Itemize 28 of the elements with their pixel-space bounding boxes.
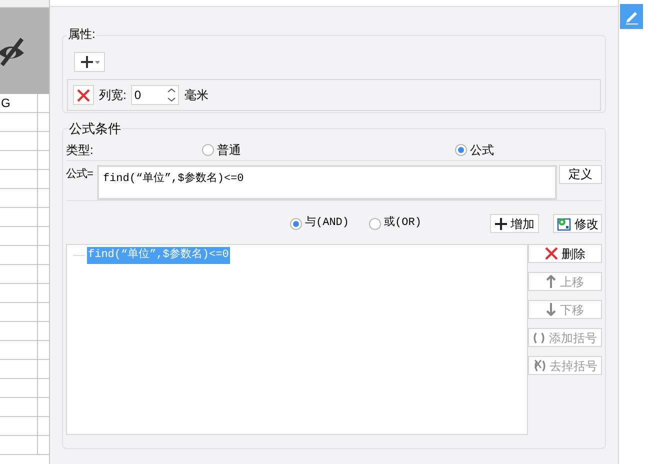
add-button[interactable]: 增加 bbox=[490, 214, 539, 233]
radio-button[interactable]: 普通 bbox=[202, 140, 455, 158]
gear-document-icon bbox=[556, 216, 570, 230]
radio-button[interactable]: 公式 bbox=[455, 140, 494, 158]
add-dropdown-button[interactable] bbox=[74, 52, 105, 72]
field-label: 列宽: bbox=[99, 87, 126, 104]
modify-button[interactable]: 修改 bbox=[553, 214, 602, 233]
plus-icon bbox=[494, 218, 506, 230]
define-button[interactable]: 定义 bbox=[559, 165, 602, 184]
edit-button[interactable] bbox=[620, 4, 643, 29]
down-arrow-icon bbox=[546, 303, 556, 316]
up-arrow-icon bbox=[546, 275, 556, 288]
close-icon bbox=[544, 247, 558, 260]
radio-button[interactable]: 与(AND) bbox=[290, 215, 350, 232]
table-cell: G bbox=[0, 94, 38, 112]
group-title: 属性: bbox=[67, 25, 96, 43]
field-label: 类型: bbox=[66, 142, 94, 158]
delete-button[interactable]: 删除 bbox=[528, 244, 602, 263]
unit-label: 毫米 bbox=[184, 87, 208, 104]
parentheses-icon bbox=[533, 332, 545, 344]
radio-button[interactable]: 或(OR) bbox=[369, 215, 422, 232]
formula-field[interactable]: find(“单位”,$参数名)<=0 bbox=[96, 165, 558, 200]
field-label: 公式= bbox=[66, 167, 94, 182]
plus-icon bbox=[80, 56, 100, 68]
crossed-parentheses-icon bbox=[532, 359, 546, 372]
close-icon bbox=[77, 88, 90, 102]
delete-button[interactable] bbox=[73, 85, 94, 105]
spinner-field[interactable]: 0 bbox=[131, 85, 180, 105]
